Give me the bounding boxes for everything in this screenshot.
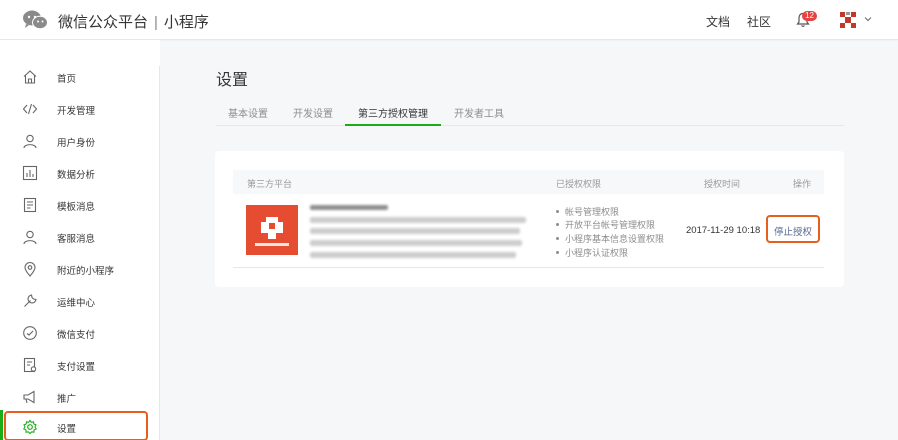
code-icon xyxy=(22,103,38,115)
sidebar-item-label: 微信支付 xyxy=(57,330,96,341)
app-logo-mark-icon xyxy=(255,217,289,246)
column-header-platform: 第三方平台 xyxy=(247,179,293,189)
auth-time: 2017-11-29 10:18 xyxy=(686,225,761,236)
sidebar-item-home[interactable]: 首页 xyxy=(0,61,158,93)
sidebar-divider xyxy=(159,66,160,440)
permission-item: 小程序基本信息设置权限 xyxy=(556,232,664,245)
settings-highlight-box xyxy=(4,411,148,440)
page-title: 设置 xyxy=(216,72,249,89)
column-header-auth-time: 授权时间 xyxy=(704,179,741,189)
sidebar-item-payment-settings[interactable]: 支付设置 xyxy=(0,349,158,381)
avatar[interactable] xyxy=(840,12,856,28)
sidebar-item-data-analysis[interactable]: 数据分析 xyxy=(0,157,158,189)
sidebar-item-dev-management[interactable]: 开发管理 xyxy=(0,93,158,125)
home-icon xyxy=(23,70,37,84)
bullet-icon xyxy=(556,210,559,214)
tab-third-party-auth[interactable]: 第三方授权管理 xyxy=(358,105,428,120)
bullet-icon xyxy=(556,237,559,241)
bullet-icon xyxy=(556,223,559,227)
customer-service-icon xyxy=(23,230,37,245)
wechat-logo-icon[interactable] xyxy=(22,9,48,31)
sidebar-item-label: 数据分析 xyxy=(57,170,96,181)
revoke-authorization-label: 停止授权 xyxy=(773,227,812,238)
sidebar-item-label: 客服消息 xyxy=(57,234,96,245)
megaphone-icon xyxy=(23,390,35,404)
bullet-icon xyxy=(556,251,559,255)
sidebar-item-template-message[interactable]: 模板消息 xyxy=(0,189,158,221)
third-party-app-logo xyxy=(246,205,298,255)
table-row-divider xyxy=(233,267,824,268)
payment-icon xyxy=(23,326,37,340)
revoke-authorization-button[interactable]: 停止授权 xyxy=(766,215,820,243)
sidebar-item-customer-service[interactable]: 客服消息 xyxy=(0,221,158,253)
sidebar-item-ops-center[interactable]: 运维中心 xyxy=(0,285,158,317)
brand-separator: | xyxy=(154,14,158,31)
wrench-icon xyxy=(24,294,37,307)
community-link[interactable]: 社区 xyxy=(747,13,771,30)
sidebar-item-nearby-miniprogram[interactable]: 附近的小程序 xyxy=(0,253,158,285)
tab-dev-settings[interactable]: 开发设置 xyxy=(293,105,333,120)
chart-icon xyxy=(22,165,38,181)
tab-developer-tools[interactable]: 开发者工具 xyxy=(454,105,504,120)
docs-link[interactable]: 文档 xyxy=(706,13,730,30)
sidebar-item-label: 附近的小程序 xyxy=(57,266,115,277)
sidebar-item-user-identity[interactable]: 用户身份 xyxy=(0,125,158,157)
sidebar-item-label: 推广 xyxy=(57,394,77,405)
brand-name: 微信公众平台 xyxy=(58,14,149,31)
payment-settings-icon xyxy=(23,357,37,373)
column-header-action: 操作 xyxy=(793,179,812,189)
sidebar-item-label: 支付设置 xyxy=(57,362,96,373)
sidebar-item-label: 开发管理 xyxy=(57,106,96,117)
sidebar-item-label: 首页 xyxy=(57,74,77,85)
tab-basic-settings[interactable]: 基本设置 xyxy=(228,105,268,120)
permission-item: 帐号管理权限 xyxy=(556,205,619,218)
sidebar-item-label: 用户身份 xyxy=(57,138,96,149)
chevron-down-icon[interactable] xyxy=(864,15,872,23)
column-header-permissions: 已授权权限 xyxy=(556,179,602,189)
sidebar-item-label: 运维中心 xyxy=(57,298,96,309)
location-pin-icon xyxy=(24,262,36,277)
sidebar-item-promotion[interactable]: 推广 xyxy=(0,381,158,413)
permission-item: 小程序认证权限 xyxy=(556,246,628,259)
user-icon xyxy=(23,134,37,149)
template-icon xyxy=(23,197,37,213)
brand-title: 微信公众平台 | 小程序 xyxy=(58,11,209,32)
active-tab-underline xyxy=(345,124,441,126)
notification-badge: 12 xyxy=(802,11,817,21)
sidebar-item-wechat-pay[interactable]: 微信支付 xyxy=(0,317,158,349)
top-bar: 微信公众平台 | 小程序 文档 社区 12 xyxy=(0,0,898,40)
settings-tabs: 基本设置 开发设置 第三方授权管理 开发者工具 xyxy=(216,100,844,126)
sidebar-item-label: 模板消息 xyxy=(57,202,96,213)
product-name: 小程序 xyxy=(163,14,209,31)
permission-item: 开放平台帐号管理权限 xyxy=(556,218,655,231)
